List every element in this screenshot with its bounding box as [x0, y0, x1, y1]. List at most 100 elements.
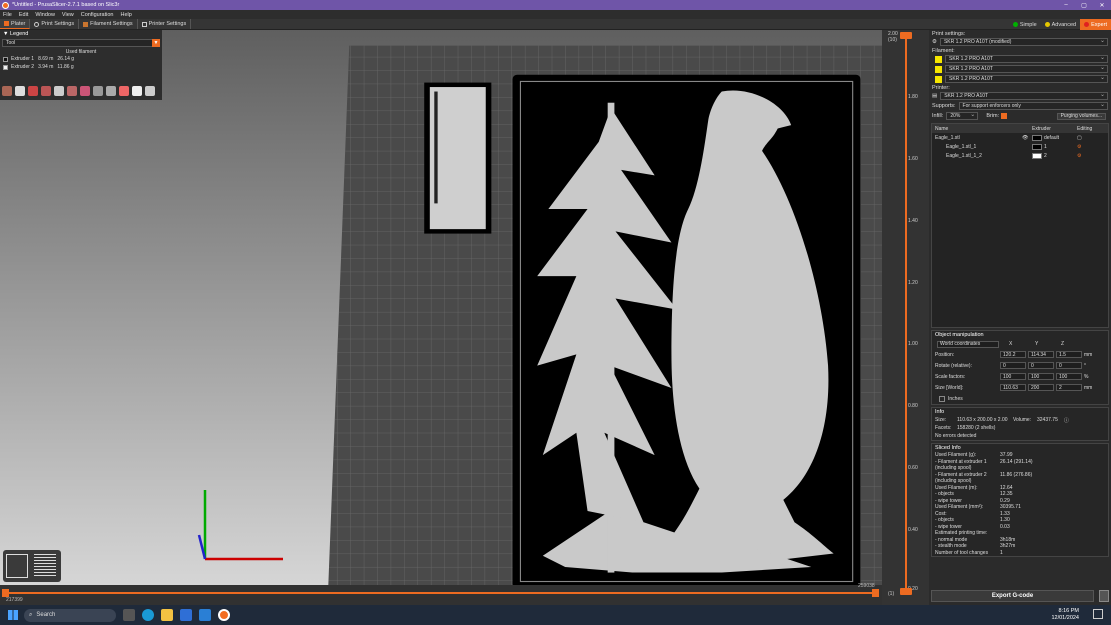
position-x[interactable]: 120.2	[1000, 351, 1026, 358]
rotate-z[interactable]: 0	[1056, 362, 1082, 369]
top-thumb[interactable]	[900, 32, 912, 39]
menu-file[interactable]: File	[3, 12, 12, 18]
rotate-y[interactable]: 0	[1028, 362, 1054, 369]
info-icon[interactable]: ⓘ	[1064, 417, 1069, 424]
filament-color-swatch[interactable]	[935, 55, 942, 63]
task-view-icon[interactable]	[123, 609, 135, 621]
print-profile-select[interactable]: SKR 1.2 PRO A10T (modified)	[939, 37, 1108, 46]
menu-window[interactable]: Window	[35, 12, 55, 18]
shells-icon[interactable]	[132, 86, 142, 96]
infill-select[interactable]: 20%	[946, 111, 979, 120]
list-item[interactable]: Eagle_1.stl_1 1 ⚙	[932, 142, 1108, 151]
mode-advanced[interactable]: Advanced	[1041, 19, 1080, 30]
scale-z[interactable]: 100	[1056, 373, 1082, 380]
tab-printer-settings[interactable]: Printer Settings	[138, 19, 192, 29]
menu-edit[interactable]: Edit	[19, 12, 28, 18]
menu-configuration[interactable]: Configuration	[81, 12, 114, 18]
filament-select-3[interactable]: SKR 1.2 PRO A10T	[945, 74, 1108, 83]
horizontal-slider[interactable]: 217399 259038	[0, 583, 882, 605]
filament-select-2[interactable]: SKR 1.2 PRO A10T	[945, 64, 1108, 73]
tab-print-settings[interactable]: Print Settings	[30, 19, 80, 29]
sd-card-icon[interactable]	[1099, 590, 1109, 602]
menu-bar: File Edit Window View Configuration Help	[0, 10, 1111, 19]
legend-header[interactable]: ▼ Legend	[0, 30, 162, 38]
filament-color-swatch[interactable]	[935, 65, 942, 73]
app-icon	[2, 1, 9, 9]
scale-x[interactable]: 100	[1000, 373, 1026, 380]
purging-volumes-button[interactable]: Purging volumes...	[1056, 112, 1106, 120]
file-explorer-icon[interactable]	[161, 609, 173, 621]
scale-y[interactable]: 100	[1028, 373, 1054, 380]
color-swatch	[1032, 143, 1042, 150]
seams-icon[interactable]	[54, 86, 64, 96]
editing-header: Editing	[1077, 125, 1093, 132]
sliced-key: Cost:	[935, 510, 947, 517]
3d-canvas[interactable]: ▼ Legend Tool ▼ Used filament Extruder 1 …	[0, 30, 882, 605]
slider-right-thumb[interactable]	[872, 589, 879, 597]
mode-expert[interactable]: Expert	[1080, 19, 1111, 30]
sliced-value: 12.64	[1000, 484, 1013, 491]
sliced-value: 11.86 (276.86)	[1000, 471, 1033, 478]
travel-icon[interactable]	[2, 86, 12, 96]
export-gcode-button[interactable]: Export G-code	[931, 590, 1094, 602]
list-item[interactable]: Eagle_1.stl 👁 default ▢	[932, 133, 1108, 142]
list-item[interactable]: Eagle_1.stl_1_2 2 ⚙	[932, 151, 1108, 160]
axis-x-label: X	[1009, 341, 1013, 347]
size-x[interactable]: 110.63	[1000, 384, 1026, 391]
mode-simple[interactable]: Simple	[1009, 19, 1041, 30]
slider-left-thumb[interactable]	[2, 589, 9, 597]
deretraction-icon[interactable]	[41, 86, 51, 96]
taskbar-search[interactable]: ⌕ Search	[24, 608, 116, 622]
color-swatch	[1032, 152, 1042, 159]
clock-date: 12/01/2024	[1051, 615, 1079, 621]
menu-view[interactable]: View	[62, 12, 74, 18]
filament-select-1[interactable]: SKR 1.2 PRO A10T	[945, 54, 1108, 63]
menu-help[interactable]: Help	[120, 12, 131, 18]
object-manipulation: Object manipulation World coordinates X …	[931, 330, 1109, 405]
retraction-icon[interactable]	[28, 86, 38, 96]
store-icon[interactable]	[180, 609, 192, 621]
tool-change-icon[interactable]	[67, 86, 77, 96]
coordinates-select[interactable]: World coordinates	[937, 340, 999, 348]
edit-icon[interactable]: ▢	[1077, 135, 1082, 141]
size-y[interactable]: 200	[1028, 384, 1054, 391]
custom-gcode-icon[interactable]	[106, 86, 116, 96]
layer-slider[interactable]: 2.00 (10) 1.80 1.60 1.40 1.20 1.00 0.80 …	[882, 30, 929, 605]
bottom-thumb[interactable]	[900, 588, 912, 595]
inches-checkbox[interactable]	[939, 395, 945, 402]
supports-select[interactable]: For support enforcers only	[958, 101, 1108, 110]
rotate-x[interactable]: 0	[1000, 362, 1026, 369]
object-extruder: 1	[1044, 143, 1047, 150]
position-z[interactable]: 1.5	[1056, 351, 1082, 358]
settings-icon[interactable]: ⚙	[1077, 144, 1081, 150]
notification-icon[interactable]	[1093, 609, 1103, 619]
pause-icon[interactable]	[93, 86, 103, 96]
size-z[interactable]: 2	[1056, 384, 1082, 391]
sliced-key: - Filament at extruder 1	[935, 458, 987, 465]
prusaslicer-icon[interactable]	[218, 609, 230, 621]
position-y[interactable]: 114.34	[1028, 351, 1054, 358]
minimize-button[interactable]: –	[1057, 2, 1075, 8]
wipe-icon[interactable]	[15, 86, 25, 96]
printer-profile-select[interactable]: SKR 1.2 PRO A10T	[940, 91, 1108, 100]
tab-plater[interactable]: Plater	[0, 19, 31, 29]
center-of-gravity-icon[interactable]	[119, 86, 129, 96]
brim-checkbox[interactable]	[1001, 113, 1008, 119]
clock[interactable]: 8:16 PM 12/01/2024	[1051, 608, 1079, 622]
plater-icon	[4, 21, 9, 26]
3d-view-icon[interactable]	[6, 554, 28, 578]
close-button[interactable]: ✕	[1093, 2, 1111, 9]
tab-filament-settings[interactable]: Filament Settings	[79, 19, 138, 29]
preview-icon[interactable]	[34, 554, 56, 578]
maximize-button[interactable]: ▢	[1075, 2, 1093, 9]
windows-start-icon[interactable]	[8, 610, 18, 620]
object-name: Eagle_1.stl_1_2	[946, 152, 982, 159]
eye-icon[interactable]: 👁	[1022, 135, 1032, 141]
filament-color-swatch[interactable]	[935, 75, 942, 83]
settings-icon[interactable]: ⚙	[1077, 153, 1081, 159]
tool-marker-icon[interactable]	[145, 86, 155, 96]
view-type-select[interactable]: Tool ▼	[2, 39, 160, 47]
color-change-icon[interactable]	[80, 86, 90, 96]
edge-icon[interactable]	[142, 609, 154, 621]
app-icon[interactable]	[199, 609, 211, 621]
